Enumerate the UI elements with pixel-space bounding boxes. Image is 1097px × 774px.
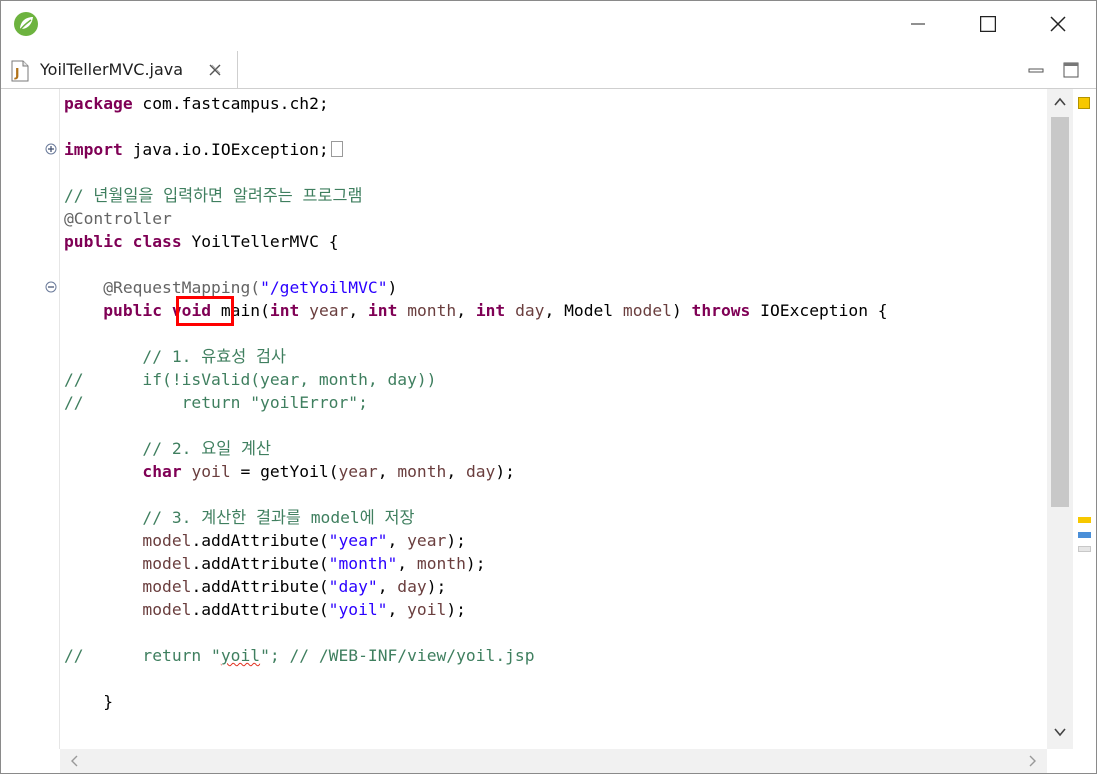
window-close-button[interactable] [1035,1,1081,47]
code-line: 13 [1,253,1047,276]
code-line: 1 package com.fastcampus.ch2; [1,92,1047,115]
code-line: 22 char yoil = getYoil(year, month, day)… [1,460,1047,483]
code-text: char yoil = getYoil(year, month, day); [142,462,515,481]
code-text: import java.io.IOException; [64,138,343,161]
code-line: 26 model.addAttribute("month", month); [1,552,1047,575]
code-annotation: @Controller [64,209,172,228]
collapsed-block-indicator[interactable] [330,141,343,157]
expand-fold-icon[interactable] [45,143,57,155]
code-text: model.addAttribute("yoil", yoil); [142,600,466,619]
occurrence-marker[interactable] [1078,532,1091,538]
code-text: } [103,692,114,711]
tab-label: YoilTellerMVC.java [40,60,184,79]
code-comment: // return "yoilError"; [64,393,368,412]
code-comment: // return "yoil"; // /WEB-INF/view/yoil.… [64,646,535,665]
window-maximize-button[interactable] [965,1,1011,47]
code-line: 18 // if(!isValid(year, month, day)) [1,368,1047,391]
code-line: 19 // return "yoilError"; [1,391,1047,414]
code-line: 11 @Controller [1,207,1047,230]
spelling-warning: yoil [220,646,261,665]
chevron-down-icon[interactable] [1053,725,1067,739]
code-text: public class YoilTellerMVC { [64,232,339,251]
warning-marker[interactable] [1078,517,1091,523]
editor-tab-bar: J YoilTellerMVC.java [1,51,1096,89]
code-line: 14 @RequestMapping("/getYoilMVC") [1,276,1047,299]
code-line: 16 [1,322,1047,345]
code-line: 21 // 2. 요일 계산 [1,437,1047,460]
code-line: 9 [1,161,1047,184]
vertical-scrollbar-thumb[interactable] [1051,117,1069,507]
code-line: 3 import java.io.IOException; [1,138,1047,161]
chevron-left-icon[interactable] [68,754,82,768]
code-line: 20 [1,414,1047,437]
close-icon[interactable] [207,62,223,78]
code-comment: // 1. 유효성 검사 [142,347,286,366]
warning-summary-icon[interactable] [1078,97,1090,109]
minimize-view-icon[interactable] [1026,60,1046,80]
maximize-icon [980,16,996,32]
code-text: package com.fastcampus.ch2; [64,94,329,113]
code-line: 15 public void main(int year, int month,… [1,299,1047,322]
title-bar [1,1,1096,47]
code-line: 12 public class YoilTellerMVC { [1,230,1047,253]
code-line: 24 // 3. 계산한 결과를 model에 저장 [1,506,1047,529]
vertical-scrollbar[interactable] [1047,89,1073,749]
minimize-icon [911,23,925,25]
code-line: 17 // 1. 유효성 검사 [1,345,1047,368]
editor-window: J YoilTellerMVC.java 1 package com.fastc… [0,0,1097,774]
code-comment: // if(!isValid(year, month, day)) [64,370,437,389]
collapse-fold-icon[interactable] [45,281,57,293]
code-comment: // 3. 계산한 결과를 model에 저장 [142,508,415,527]
chevron-up-icon[interactable] [1053,95,1067,109]
code-line: 27 model.addAttribute("day", day); [1,575,1047,598]
maximize-view-icon[interactable] [1061,60,1081,80]
code-line: 2 [1,115,1047,138]
code-line: 30 // return "yoil"; // /WEB-INF/view/yo… [1,644,1047,667]
code-text: model.addAttribute("month", month); [142,554,486,573]
code-line: 31 [1,667,1047,690]
ruler-marker[interactable] [1078,546,1091,552]
close-icon [1050,16,1066,32]
code-comment: // 년월일을 입력하면 알려주는 프로그램 [64,186,363,205]
code-text: model.addAttribute("day", day); [142,577,447,596]
code-editor[interactable]: 1 package com.fastcampus.ch2; 2 3 import… [1,89,1096,773]
spring-leaf-icon [14,12,38,36]
horizontal-scrollbar[interactable] [60,749,1047,773]
chevron-right-icon[interactable] [1025,754,1039,768]
code-text: model.addAttribute("year", year); [142,531,466,550]
java-file-icon: J [11,60,29,82]
window-minimize-button[interactable] [895,1,941,47]
code-line: 25 model.addAttribute("year", year); [1,529,1047,552]
code-line: 33 [1,713,1047,736]
code-line: 32 } [1,690,1047,713]
code-line: 29 [1,621,1047,644]
svg-text:J: J [14,66,19,80]
void-highlight-box [176,296,234,326]
code-comment: // 2. 요일 계산 [142,439,271,458]
tab-yoiltellermvc-java[interactable]: J YoilTellerMVC.java [1,51,238,88]
code-line: 23 [1,483,1047,506]
code-line: 28 model.addAttribute("yoil", yoil); [1,598,1047,621]
code-line: 10 // 년월일을 입력하면 알려주는 프로그램 [1,184,1047,207]
overview-ruler[interactable] [1074,89,1096,773]
